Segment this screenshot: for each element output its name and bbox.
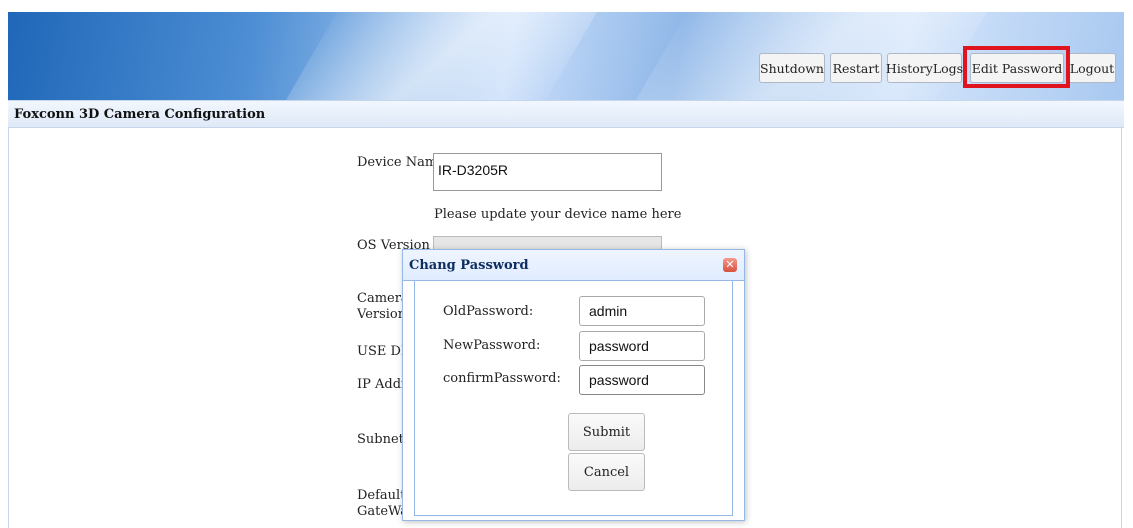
default-gateway-label-line1: Default — [357, 488, 406, 503]
confirm-password-label: confirmPassword: — [443, 371, 561, 386]
page-title-bar: Foxconn 3D Camera Configuration — [8, 100, 1124, 128]
camera-version-label-line2: Version — [357, 307, 407, 322]
old-password-label: OldPassword: — [443, 304, 534, 319]
submit-button[interactable]: Submit — [568, 413, 645, 451]
cancel-button[interactable]: Cancel — [568, 453, 645, 491]
device-name-label: Device Name — [357, 155, 445, 170]
shutdown-button[interactable]: Shutdown — [759, 53, 825, 83]
logout-button[interactable]: Logout — [1068, 53, 1116, 83]
confirm-password-input[interactable]: password — [579, 365, 705, 395]
device-name-input[interactable]: IR-D3205R — [433, 153, 662, 191]
page-title: Foxconn 3D Camera Configuration — [14, 107, 266, 122]
history-logs-button[interactable]: HistoryLogs — [886, 53, 963, 83]
dialog-header: Chang Password ✕ — [403, 250, 744, 281]
new-password-label: NewPassword: — [443, 338, 541, 353]
restart-button[interactable]: Restart — [830, 53, 882, 83]
new-password-input[interactable]: password — [579, 331, 705, 361]
banner-decoration — [267, 12, 609, 100]
highlight-box — [963, 46, 1070, 88]
camera-version-label-line1: Camera — [357, 291, 409, 306]
dialog-title: Chang Password — [409, 258, 529, 273]
device-name-hint: Please update your device name here — [434, 207, 682, 222]
close-icon[interactable]: ✕ — [723, 258, 737, 272]
old-password-input[interactable]: admin — [579, 296, 705, 326]
